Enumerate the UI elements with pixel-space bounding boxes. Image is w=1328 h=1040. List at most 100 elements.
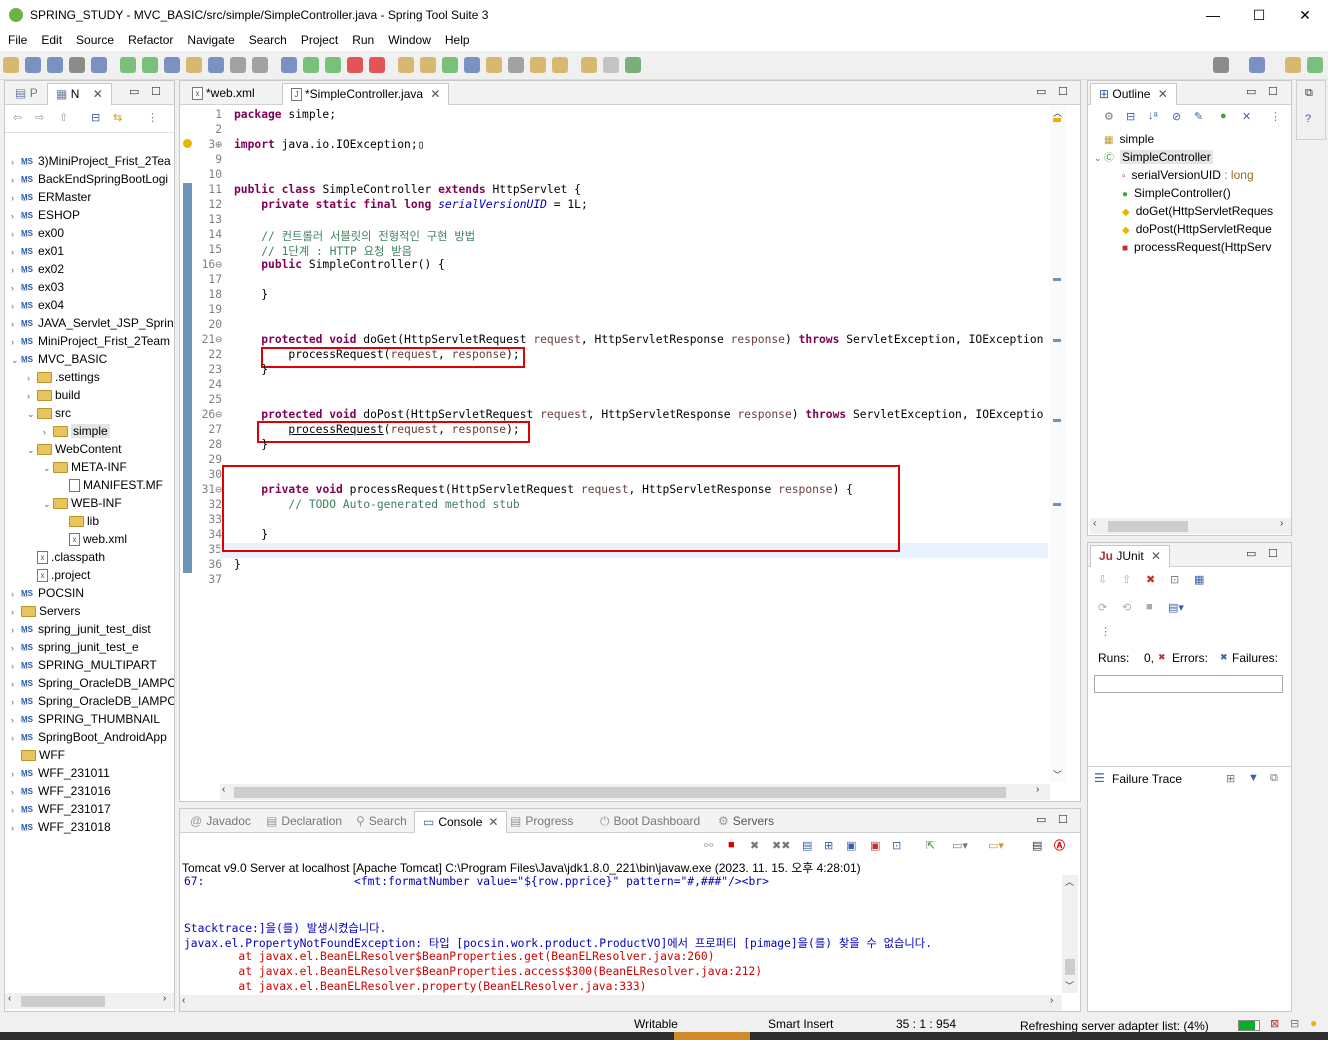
code-line[interactable]: private void processRequest(HttpServletR…: [234, 483, 853, 496]
scroll-down-icon[interactable]: ﹀: [1065, 979, 1074, 992]
save-icon[interactable]: [25, 57, 41, 73]
refresh-icon[interactable]: [142, 57, 158, 73]
menu-refactor[interactable]: Refactor: [120, 31, 179, 47]
minimize-view-icon[interactable]: ▭: [1246, 85, 1256, 98]
scroll-left-icon[interactable]: ‹: [8, 993, 11, 1004]
outline-item[interactable]: ⌄ Ⓒ SimpleController: [1094, 148, 1291, 166]
word-wrap-icon[interactable]: ⊞: [824, 839, 833, 852]
tab-navigator[interactable]: ▦ N ✕: [47, 83, 112, 105]
collapsed-chevron-icon[interactable]: ›: [11, 171, 21, 189]
scroll-lock-icon[interactable]: ⊡: [1170, 573, 1179, 586]
scroll-right-icon[interactable]: ›: [1036, 784, 1039, 795]
new-package-icon[interactable]: [420, 57, 436, 73]
minimize-view-icon[interactable]: ▭: [129, 85, 139, 98]
collapsed-chevron-icon[interactable]: ›: [27, 369, 37, 387]
collapsed-chevron-icon[interactable]: ›: [43, 423, 53, 441]
tree-item[interactable]: ⌄ WebContent: [11, 440, 174, 458]
remove-launch-icon[interactable]: ✖: [750, 839, 759, 852]
tree-item[interactable]: › M̲S SPRING_MULTIPART: [11, 656, 174, 674]
tree-item[interactable]: ⌄ M̲S MVC_BASIC: [11, 350, 174, 368]
expanded-chevron-icon[interactable]: ⌄: [27, 405, 37, 423]
tree-item[interactable]: › simple: [11, 422, 174, 440]
tree-item[interactable]: › M̲S Spring_OracleDB_IAMPC: [11, 674, 174, 692]
collapsed-chevron-icon[interactable]: ›: [11, 585, 21, 603]
tree-item[interactable]: › M̲S spring_junit_test_e: [11, 638, 174, 656]
outline-horizontal-scrollbar[interactable]: ‹ ›: [1090, 518, 1291, 534]
collapsed-chevron-icon[interactable]: ›: [11, 675, 21, 693]
tree-item[interactable]: x .classpath: [11, 548, 174, 566]
scroll-right-icon[interactable]: ›: [163, 993, 166, 1004]
collapsed-chevron-icon[interactable]: ›: [11, 693, 21, 711]
tree-item[interactable]: › M̲S POCSIN: [11, 584, 174, 602]
collapsed-chevron-icon[interactable]: ›: [11, 657, 21, 675]
copy-trace-icon[interactable]: ⧉: [1270, 772, 1278, 785]
collapse-all-icon[interactable]: ⊟: [91, 111, 100, 124]
new-console-icon[interactable]: ▭▾: [988, 839, 1004, 852]
tab-outline[interactable]: ⊞ Outline ✕: [1090, 83, 1177, 105]
maximize-button[interactable]: ☐: [1236, 0, 1282, 31]
console-output[interactable]: 67: <fmt:formatNumber value="${row.ppric…: [184, 875, 1062, 993]
code-line[interactable]: public class SimpleController extends Ht…: [234, 183, 581, 196]
tab-boot-dashboard[interactable]: ⏻ Boot Dashboard: [592, 811, 708, 833]
code-line[interactable]: }: [234, 528, 268, 541]
skip-breakpoints-icon[interactable]: [91, 57, 107, 73]
pin-console-icon[interactable]: ⇱: [926, 839, 935, 852]
minimize-button[interactable]: —: [1190, 0, 1236, 31]
perspective-java-ee-icon[interactable]: [1285, 57, 1301, 73]
tree-item[interactable]: MANIFEST.MF: [11, 476, 174, 494]
minimize-view-icon[interactable]: ▭: [1246, 547, 1256, 560]
collapsed-chevron-icon[interactable]: ›: [11, 333, 21, 351]
tree-item[interactable]: › M̲S BackEndSpringBootLogi: [11, 170, 174, 188]
maximize-view-icon[interactable]: ☐: [1058, 813, 1068, 826]
spring-icon[interactable]: Ⓐ: [1054, 837, 1065, 853]
format-icon[interactable]: [230, 57, 246, 73]
scroll-left-icon[interactable]: ‹: [1093, 518, 1096, 529]
tree-item[interactable]: › M̲S Spring_OracleDB_IAMPC: [11, 692, 174, 710]
collapsed-chevron-icon[interactable]: ›: [11, 315, 21, 333]
menu-help[interactable]: Help: [437, 31, 476, 47]
outline-item[interactable]: ◆ doGet(HttpServletReques: [1094, 202, 1291, 220]
spring-icon[interactable]: [120, 57, 136, 73]
maximize-view-icon[interactable]: ☐: [1268, 547, 1278, 560]
tree-item[interactable]: › M̲S JAVA_Servlet_JSP_Spring: [11, 314, 174, 332]
code-line[interactable]: public SimpleController() {: [234, 258, 445, 271]
task-icon[interactable]: [508, 57, 524, 73]
menu-file[interactable]: File: [0, 31, 33, 47]
maximize-view-icon[interactable]: ☐: [151, 85, 161, 98]
collapsed-chevron-icon[interactable]: ›: [11, 639, 21, 657]
tree-item[interactable]: ⌄ WEB-INF: [11, 494, 174, 512]
back-icon[interactable]: [581, 57, 597, 73]
open-perspective-icon[interactable]: [625, 57, 641, 73]
run-icon[interactable]: [303, 57, 319, 73]
save-all-icon[interactable]: [47, 57, 63, 73]
hide-fields-icon[interactable]: ⚙: [1104, 110, 1114, 123]
collapsed-chevron-icon[interactable]: ›: [11, 801, 21, 819]
scroll-thumb[interactable]: [21, 996, 105, 1007]
collapsed-chevron-icon[interactable]: ›: [11, 153, 21, 171]
scroll-left-icon[interactable]: ‹: [182, 995, 185, 1006]
tree-item[interactable]: › M̲S WFF_231011: [11, 764, 174, 782]
tab-servers[interactable]: ⚙ Servers: [710, 811, 782, 833]
tree-item[interactable]: › M̲S ERMaster: [11, 188, 174, 206]
tree-item[interactable]: › .settings: [11, 368, 174, 386]
tree-item[interactable]: › M̲S spring_junit_test_dist: [11, 620, 174, 638]
console-horizontal-scrollbar[interactable]: ‹ ›: [180, 995, 1062, 1011]
annotation-icon[interactable]: [530, 57, 546, 73]
code-line[interactable]: }: [234, 363, 268, 376]
scroll-thumb[interactable]: [1065, 959, 1075, 975]
remove-all-icon[interactable]: ✖✖: [772, 839, 790, 852]
rerun-failed-icon[interactable]: ⟲: [1122, 601, 1131, 614]
maximize-view-icon[interactable]: ☐: [1268, 85, 1278, 98]
disconnect-icon[interactable]: ⚯: [704, 839, 713, 852]
sort-icon[interactable]: ↓ᵃ: [1148, 110, 1158, 122]
navigator-horizontal-scrollbar[interactable]: ‹ ›: [5, 993, 174, 1009]
cancel-progress-icon[interactable]: ⊠: [1270, 1017, 1279, 1030]
collapsed-chevron-icon[interactable]: ›: [11, 225, 21, 243]
filter-stack-icon[interactable]: ▼: [1248, 772, 1259, 784]
paragraph-icon[interactable]: [252, 57, 268, 73]
rerun-icon[interactable]: ⟳: [1098, 601, 1107, 614]
maximize-view-icon[interactable]: ☐: [1058, 85, 1068, 98]
menu-edit[interactable]: Edit: [33, 31, 68, 47]
open-console-icon[interactable]: ▭▾: [952, 839, 968, 852]
expanded-chevron-icon[interactable]: ⌄: [43, 459, 53, 477]
